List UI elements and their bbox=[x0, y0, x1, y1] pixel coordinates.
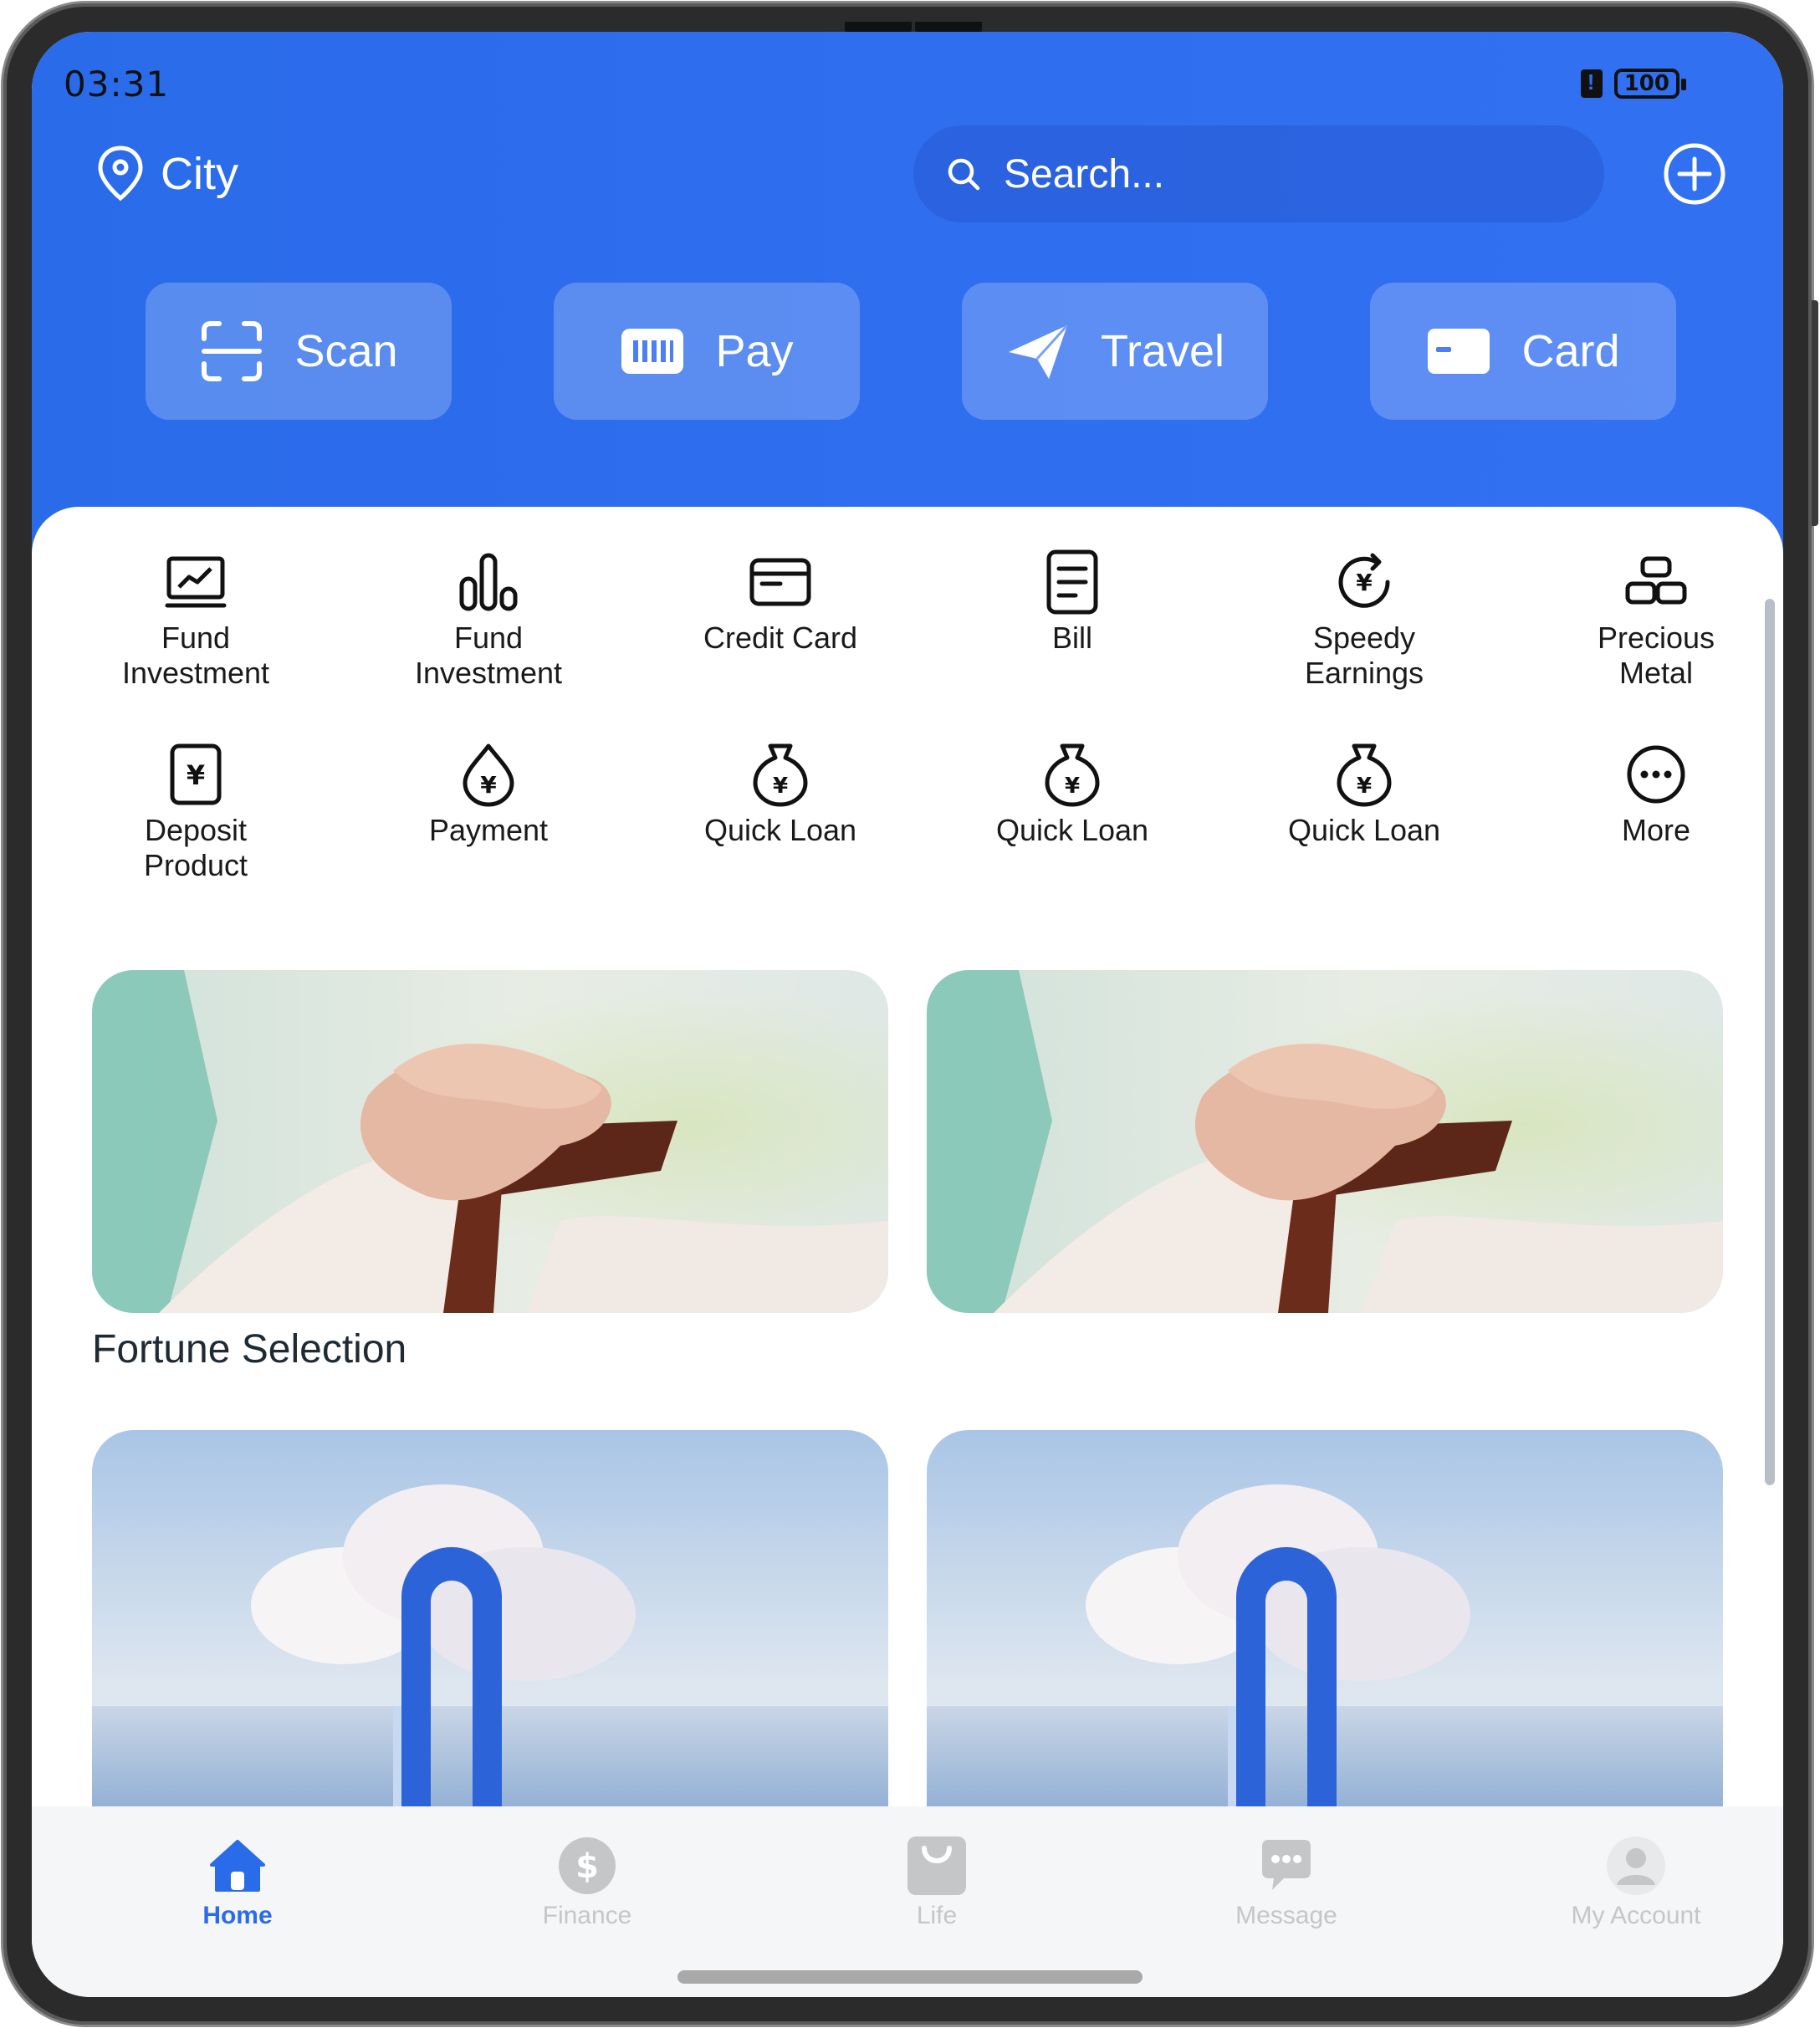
tab-message[interactable]: Message bbox=[1186, 1835, 1387, 1930]
travel-label: Travel bbox=[1100, 326, 1225, 376]
home-indicator[interactable] bbox=[677, 1970, 1143, 1984]
bill-icon bbox=[1046, 549, 1098, 615]
service-quick-loan-2[interactable]: ¥ Quick Loan bbox=[972, 741, 1173, 848]
service-label: Deposit Product bbox=[143, 813, 248, 882]
money-bag-icon: ¥ bbox=[1337, 743, 1392, 807]
banner-image-hands bbox=[92, 970, 888, 1313]
tab-life[interactable]: Life bbox=[836, 1835, 1037, 1930]
fortune-image-cloud-arch bbox=[92, 1430, 888, 1848]
service-label: Quick Loan bbox=[995, 813, 1149, 847]
barcode-icon bbox=[621, 329, 684, 374]
tab-label: Life bbox=[916, 1902, 958, 1929]
search-input[interactable]: Search... bbox=[913, 125, 1604, 222]
card-icon bbox=[1428, 329, 1490, 374]
tab-label: Home bbox=[202, 1902, 273, 1929]
service-label: Precious Metal bbox=[1597, 621, 1715, 690]
service-label: Fund Investment bbox=[414, 621, 563, 690]
promo-banner[interactable] bbox=[92, 970, 888, 1313]
home-icon bbox=[210, 1840, 265, 1892]
more-icon bbox=[1627, 745, 1685, 804]
service-label: Quick Loan bbox=[703, 813, 857, 847]
service-credit-card[interactable]: Credit Card bbox=[680, 549, 881, 656]
status-time: 03:31 bbox=[64, 64, 170, 105]
service-label: More bbox=[1621, 813, 1691, 847]
location-selector[interactable]: City bbox=[97, 145, 238, 203]
service-label: Credit Card bbox=[703, 621, 858, 655]
service-label: Quick Loan bbox=[1287, 813, 1441, 847]
scan-icon bbox=[202, 321, 263, 381]
yen-document-icon: ¥ bbox=[170, 743, 222, 805]
pay-label: Pay bbox=[715, 326, 794, 376]
service-quick-loan-3[interactable]: ¥ Quick Loan bbox=[1264, 741, 1465, 848]
banner-image-hands bbox=[927, 970, 1723, 1313]
card-button[interactable]: Card bbox=[1370, 283, 1676, 420]
status-icons: 100 bbox=[1580, 69, 1687, 99]
service-fund-investment[interactable]: Fund Investment bbox=[95, 549, 296, 691]
paper-plane-icon bbox=[1008, 324, 1069, 379]
service-quick-loan[interactable]: ¥ Quick Loan bbox=[680, 741, 881, 848]
scan-button[interactable]: Scan bbox=[146, 283, 452, 420]
tab-my-account[interactable]: My Account bbox=[1536, 1835, 1736, 1930]
gold-bars-icon bbox=[1625, 556, 1687, 605]
scan-label: Scan bbox=[294, 326, 398, 376]
service-deposit-product[interactable]: ¥ Deposit Product bbox=[95, 741, 296, 883]
svg-text:¥: ¥ bbox=[1065, 774, 1080, 799]
credit-card-icon bbox=[749, 558, 811, 606]
promo-banner[interactable] bbox=[927, 970, 1723, 1313]
service-label: Bill bbox=[1051, 621, 1092, 655]
bag-icon bbox=[907, 1836, 966, 1895]
service-speedy-earnings[interactable]: ¥ Speedy Earnings bbox=[1264, 549, 1465, 691]
add-circle-icon[interactable] bbox=[1663, 142, 1726, 206]
dollar-icon: $ bbox=[559, 1837, 616, 1894]
money-bag-icon: ¥ bbox=[753, 743, 808, 807]
search-icon bbox=[948, 158, 980, 191]
fortune-card[interactable] bbox=[92, 1430, 888, 1848]
battery-icon: 100 bbox=[1613, 69, 1687, 99]
service-fund-investment-2[interactable]: Fund Investment bbox=[388, 549, 589, 691]
scrollbar[interactable] bbox=[1765, 599, 1775, 1485]
chat-icon bbox=[1262, 1840, 1311, 1890]
content-panel: Fund Investment Fund Investment Credit C… bbox=[32, 507, 1783, 1997]
pay-button[interactable]: Pay bbox=[554, 283, 860, 420]
bottom-tab-bar: Home $ Finance Life Message My Account bbox=[32, 1806, 1783, 1997]
svg-text:¥: ¥ bbox=[187, 759, 205, 791]
svg-text:¥: ¥ bbox=[480, 771, 497, 799]
tab-label: Message bbox=[1235, 1902, 1337, 1929]
service-more[interactable]: More bbox=[1556, 741, 1756, 848]
svg-text:¥: ¥ bbox=[1357, 774, 1372, 799]
travel-button[interactable]: Travel bbox=[962, 283, 1268, 420]
trend-chart-icon bbox=[165, 556, 227, 608]
service-bill[interactable]: Bill bbox=[972, 549, 1173, 656]
service-label: Fund Investment bbox=[121, 621, 270, 690]
service-label: Payment bbox=[428, 813, 549, 847]
device-frame: 03:31 100 City Search... bbox=[3, 3, 1818, 2025]
service-payment[interactable]: ¥ Payment bbox=[388, 741, 589, 848]
person-icon bbox=[1607, 1836, 1665, 1895]
svg-text:$: $ bbox=[575, 1847, 599, 1886]
section-title: Fortune Selection bbox=[92, 1327, 407, 1372]
screen: 03:31 100 City Search... bbox=[32, 32, 1783, 1997]
tab-label: Finance bbox=[542, 1902, 632, 1929]
tab-home[interactable]: Home bbox=[137, 1835, 338, 1930]
yen-drop-icon: ¥ bbox=[463, 743, 514, 807]
sim-alert-icon bbox=[1580, 69, 1603, 98]
location-label: City bbox=[161, 149, 238, 199]
service-precious-metal[interactable]: Precious Metal bbox=[1556, 549, 1756, 691]
side-button bbox=[1812, 300, 1818, 526]
location-pin-icon bbox=[98, 146, 143, 202]
service-label: Speedy Earnings bbox=[1304, 621, 1424, 690]
svg-text:¥: ¥ bbox=[1356, 569, 1373, 596]
card-label: Card bbox=[1521, 326, 1620, 376]
tab-label: My Account bbox=[1571, 1902, 1701, 1929]
fortune-image-cloud-arch bbox=[927, 1430, 1723, 1848]
yen-cycle-icon: ¥ bbox=[1338, 553, 1390, 608]
money-bag-icon: ¥ bbox=[1045, 743, 1100, 807]
svg-text:¥: ¥ bbox=[773, 774, 788, 799]
header: 03:31 100 City Search... bbox=[32, 32, 1783, 567]
tab-finance[interactable]: $ Finance bbox=[487, 1835, 688, 1930]
bar-chart-icon bbox=[459, 553, 518, 611]
fortune-card[interactable] bbox=[927, 1430, 1723, 1848]
search-placeholder: Search... bbox=[1004, 151, 1165, 197]
